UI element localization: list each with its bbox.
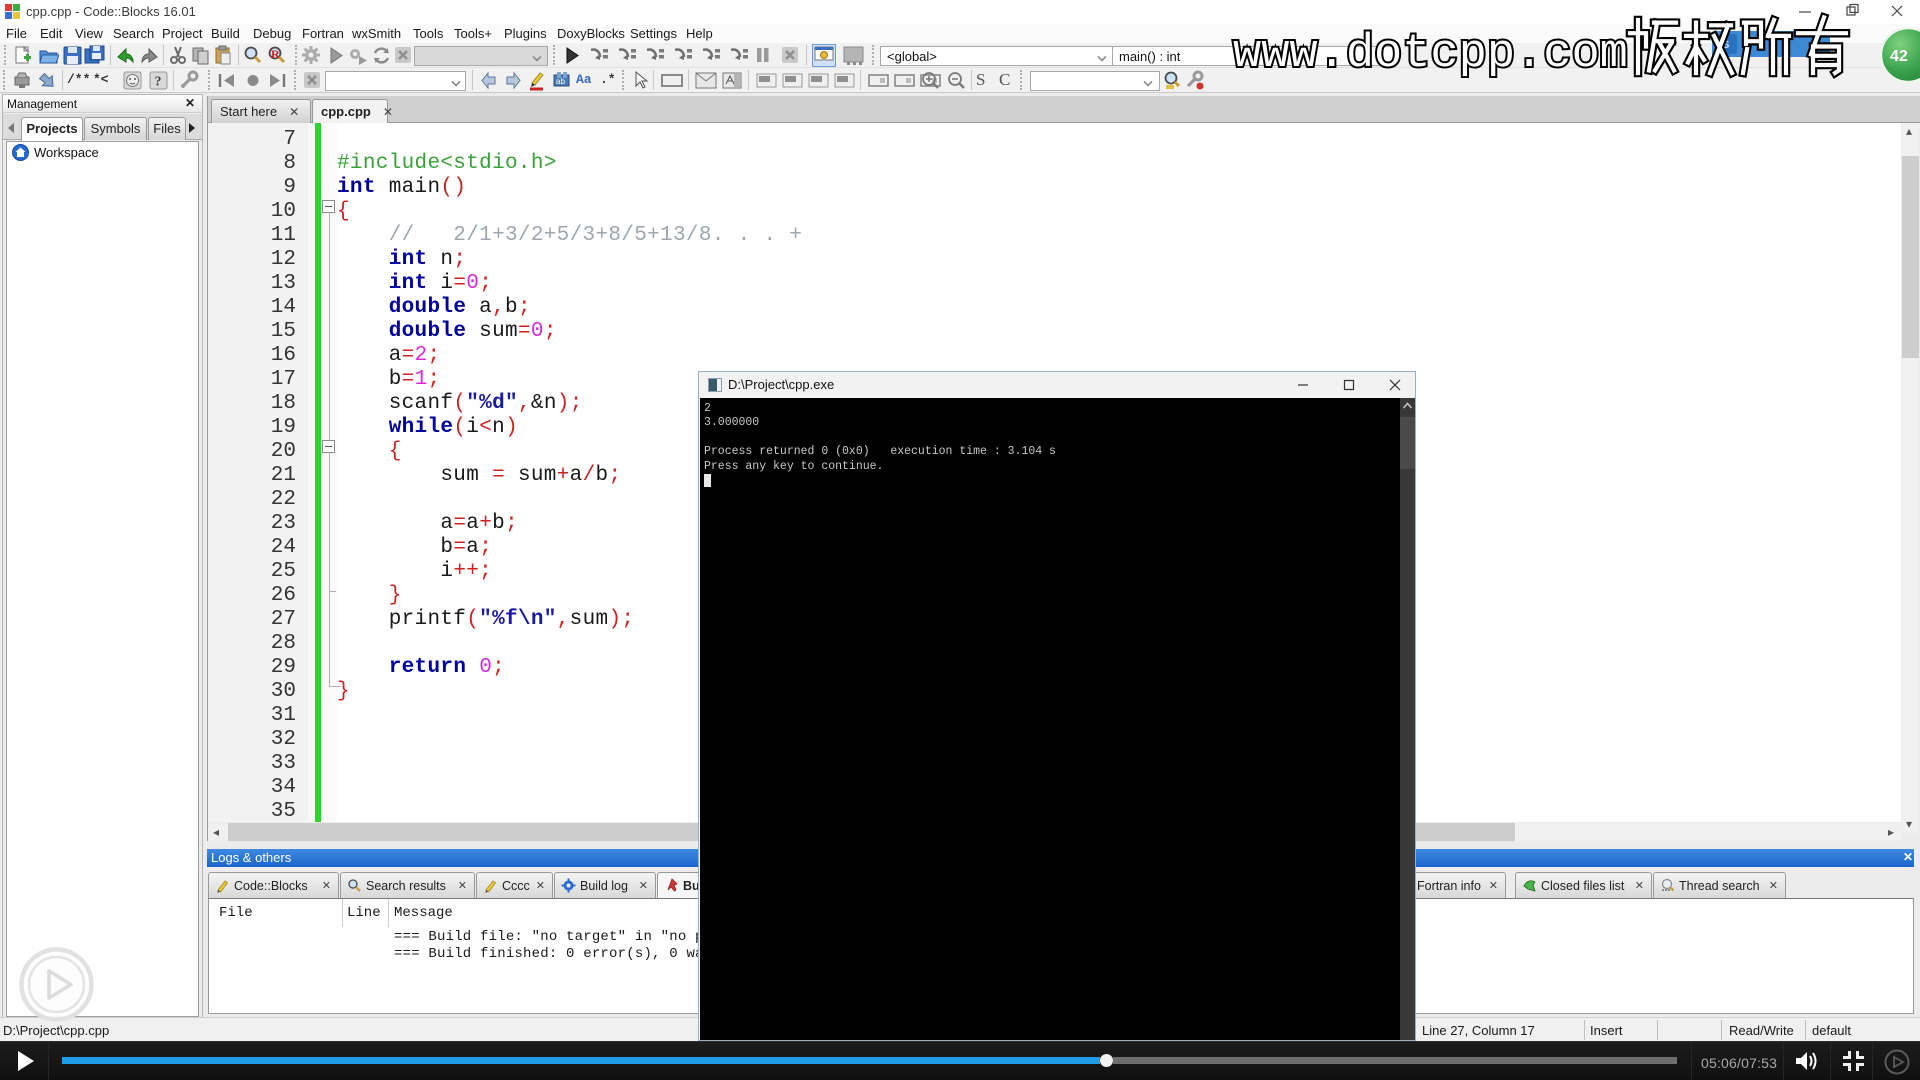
svg-text:R: R bbox=[271, 47, 280, 61]
svg-text:?: ? bbox=[155, 75, 162, 90]
svg-text:ab: ab bbox=[556, 77, 565, 86]
